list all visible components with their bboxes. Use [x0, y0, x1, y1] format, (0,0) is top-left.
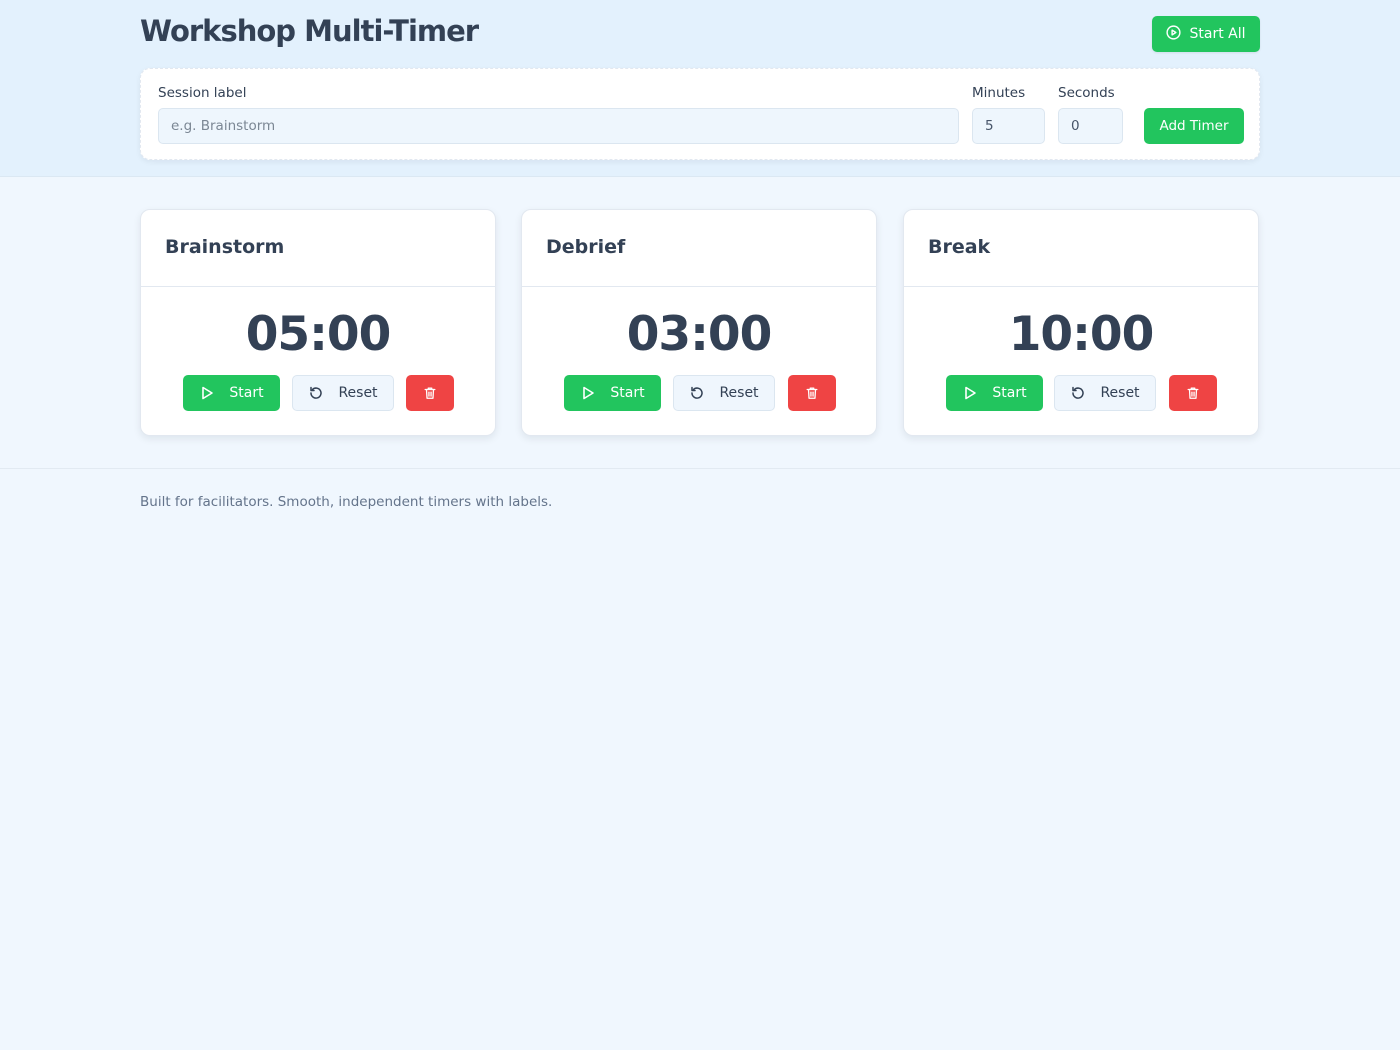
timer-title: Debrief: [546, 236, 626, 258]
trash-icon: [423, 386, 437, 400]
play-icon: [199, 385, 215, 401]
reset-button[interactable]: Reset: [673, 375, 775, 411]
timer-display: 03:00: [626, 307, 773, 362]
reset-icon: [1070, 385, 1086, 401]
reset-button[interactable]: Reset: [1054, 375, 1156, 411]
seconds-input[interactable]: [1058, 108, 1123, 144]
reset-label: Reset: [719, 385, 759, 401]
timer-display: 05:00: [245, 307, 392, 362]
seconds-label: Seconds: [1058, 85, 1115, 101]
start-label: Start: [992, 385, 1027, 401]
reset-icon: [689, 385, 705, 401]
add-timer-form: Session label Minutes Seconds Add Timer: [140, 68, 1260, 160]
delete-button[interactable]: [788, 375, 836, 411]
app-header: Workshop Multi-Timer Start All Session l…: [0, 0, 1400, 177]
start-button[interactable]: Start: [564, 375, 661, 411]
reset-label: Reset: [1100, 385, 1140, 401]
page-title: Workshop Multi-Timer: [140, 14, 479, 48]
timer-card: Break 10:00 Start Reset: [903, 209, 1259, 436]
delete-button[interactable]: [406, 375, 454, 411]
footer-text: Built for facilitators. Smooth, independ…: [140, 494, 553, 510]
timer-card-header: Brainstorm: [141, 210, 495, 287]
footer-divider: [0, 468, 1400, 469]
play-icon: [962, 385, 978, 401]
start-label: Start: [229, 385, 264, 401]
timer-title: Brainstorm: [165, 236, 285, 258]
start-label: Start: [610, 385, 645, 401]
play-circle-icon: [1166, 24, 1182, 44]
play-icon: [580, 385, 596, 401]
reset-button[interactable]: Reset: [292, 375, 394, 411]
start-all-button[interactable]: Start All: [1152, 16, 1260, 52]
minutes-label: Minutes: [972, 85, 1026, 101]
session-label-label: Session label: [158, 85, 247, 101]
add-timer-button[interactable]: Add Timer: [1144, 108, 1244, 144]
minutes-input[interactable]: [972, 108, 1045, 144]
delete-button[interactable]: [1169, 375, 1217, 411]
timer-display: 10:00: [1008, 307, 1155, 362]
reset-icon: [308, 385, 324, 401]
trash-icon: [1186, 386, 1200, 400]
session-label-input[interactable]: [158, 108, 959, 144]
start-button[interactable]: Start: [183, 375, 280, 411]
start-button[interactable]: Start: [946, 375, 1043, 411]
timer-card-header: Debrief: [522, 210, 876, 287]
reset-label: Reset: [338, 385, 378, 401]
timer-card: Debrief 03:00 Start Reset: [521, 209, 877, 436]
timer-card-header: Break: [904, 210, 1258, 287]
timer-title: Break: [928, 236, 991, 258]
trash-icon: [805, 386, 819, 400]
start-all-label: Start All: [1189, 26, 1246, 42]
timer-card: Brainstorm 05:00 Start Reset: [140, 209, 496, 436]
